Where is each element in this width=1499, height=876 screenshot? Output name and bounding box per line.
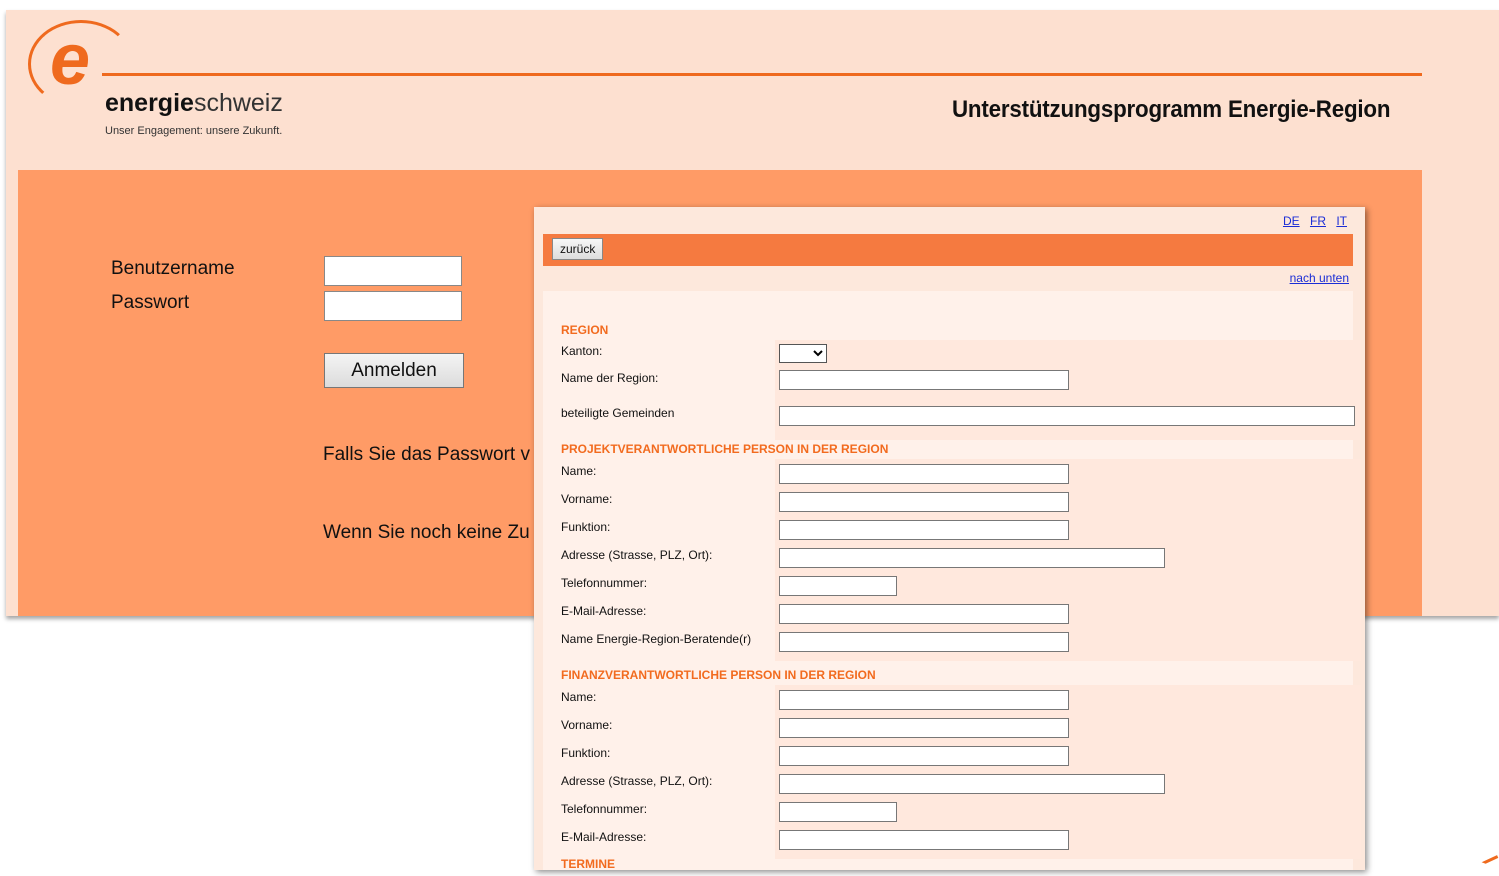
finance-phone-input[interactable] bbox=[779, 802, 897, 822]
section-title-dates: TERMINE bbox=[561, 857, 615, 870]
finance-function-input[interactable] bbox=[779, 746, 1069, 766]
finance-address-label: Adresse (Strasse, PLZ, Ort): bbox=[561, 774, 713, 788]
finance-firstname-label: Vorname: bbox=[561, 718, 613, 732]
section-title-region: REGION bbox=[561, 323, 609, 337]
lang-link-it[interactable]: IT bbox=[1336, 214, 1347, 228]
header-rule bbox=[102, 73, 1422, 76]
project-email-label: E-Mail-Adresse: bbox=[561, 604, 647, 618]
project-address-input[interactable] bbox=[779, 548, 1165, 568]
corner-decoration bbox=[1481, 855, 1499, 876]
scroll-down-link[interactable]: nach unten bbox=[1290, 271, 1349, 285]
program-title: Unterstützungsprogramm Energie-Region bbox=[952, 96, 1391, 123]
project-name-input[interactable] bbox=[779, 464, 1069, 484]
forgot-password-text: Falls Sie das Passwort v bbox=[323, 444, 530, 465]
finance-name-label: Name: bbox=[561, 690, 597, 704]
advisor-name-label: Name Energie-Region-Beratende(r) bbox=[561, 632, 752, 646]
toolbar: zurück bbox=[543, 234, 1353, 266]
lang-link-fr[interactable]: FR bbox=[1310, 214, 1326, 228]
advisor-name-input[interactable] bbox=[779, 632, 1069, 652]
project-function-label: Funktion: bbox=[561, 520, 611, 534]
password-label: Passwort bbox=[111, 292, 190, 313]
brand-tagline: Unser Engagement: unsere Zukunft. bbox=[105, 125, 283, 137]
finance-address-input[interactable] bbox=[779, 774, 1165, 794]
canton-label: Kanton: bbox=[561, 344, 603, 358]
project-phone-label: Telefonnummer: bbox=[561, 576, 648, 590]
project-firstname-label: Vorname: bbox=[561, 492, 613, 506]
finance-email-label: E-Mail-Adresse: bbox=[561, 830, 647, 844]
project-function-input[interactable] bbox=[779, 520, 1069, 540]
lang-link-de[interactable]: DE bbox=[1283, 214, 1300, 228]
brand-light: schweiz bbox=[193, 89, 283, 117]
energieschweiz-logo-icon: e bbox=[50, 20, 91, 100]
project-address-label: Adresse (Strasse, PLZ, Ort): bbox=[561, 548, 713, 562]
region-name-label: Name der Region: bbox=[561, 371, 659, 385]
finance-phone-label: Telefonnummer: bbox=[561, 802, 648, 816]
project-phone-input[interactable] bbox=[779, 576, 897, 596]
project-email-input[interactable] bbox=[779, 604, 1069, 624]
back-button[interactable]: zurück bbox=[552, 238, 604, 260]
project-firstname-input[interactable] bbox=[779, 492, 1069, 512]
brand-name: energieschweiz bbox=[105, 89, 283, 118]
finance-email-input[interactable] bbox=[779, 830, 1069, 850]
finance-firstname-input[interactable] bbox=[779, 718, 1069, 738]
login-button[interactable]: Anmelden bbox=[324, 353, 464, 388]
password-input[interactable] bbox=[324, 291, 462, 321]
username-label: Benutzername bbox=[111, 258, 235, 279]
municipalities-input[interactable] bbox=[779, 406, 1355, 426]
region-name-input[interactable] bbox=[779, 370, 1069, 390]
registration-form-window: DE FR IT zurück nach unten REGION Kanton… bbox=[534, 207, 1365, 870]
section-title-project-person: PROJEKTVERANTWORTLICHE PERSON IN DER REG… bbox=[561, 442, 889, 456]
finance-name-input[interactable] bbox=[779, 690, 1069, 710]
canton-select[interactable] bbox=[779, 344, 827, 363]
project-name-label: Name: bbox=[561, 464, 597, 478]
no-access-text: Wenn Sie noch keine Zu bbox=[323, 522, 530, 543]
username-input[interactable] bbox=[324, 256, 462, 286]
form-area: REGION Kanton: Name der Region: beteilig… bbox=[543, 291, 1361, 870]
language-switcher: DE FR IT bbox=[1276, 214, 1347, 228]
municipalities-label: beteiligte Gemeinden bbox=[561, 406, 675, 420]
brand-bold: energie bbox=[105, 89, 194, 117]
section-title-finance-person: FINANZVERANTWORTLICHE PERSON IN DER REGI… bbox=[561, 668, 876, 682]
finance-function-label: Funktion: bbox=[561, 746, 611, 760]
